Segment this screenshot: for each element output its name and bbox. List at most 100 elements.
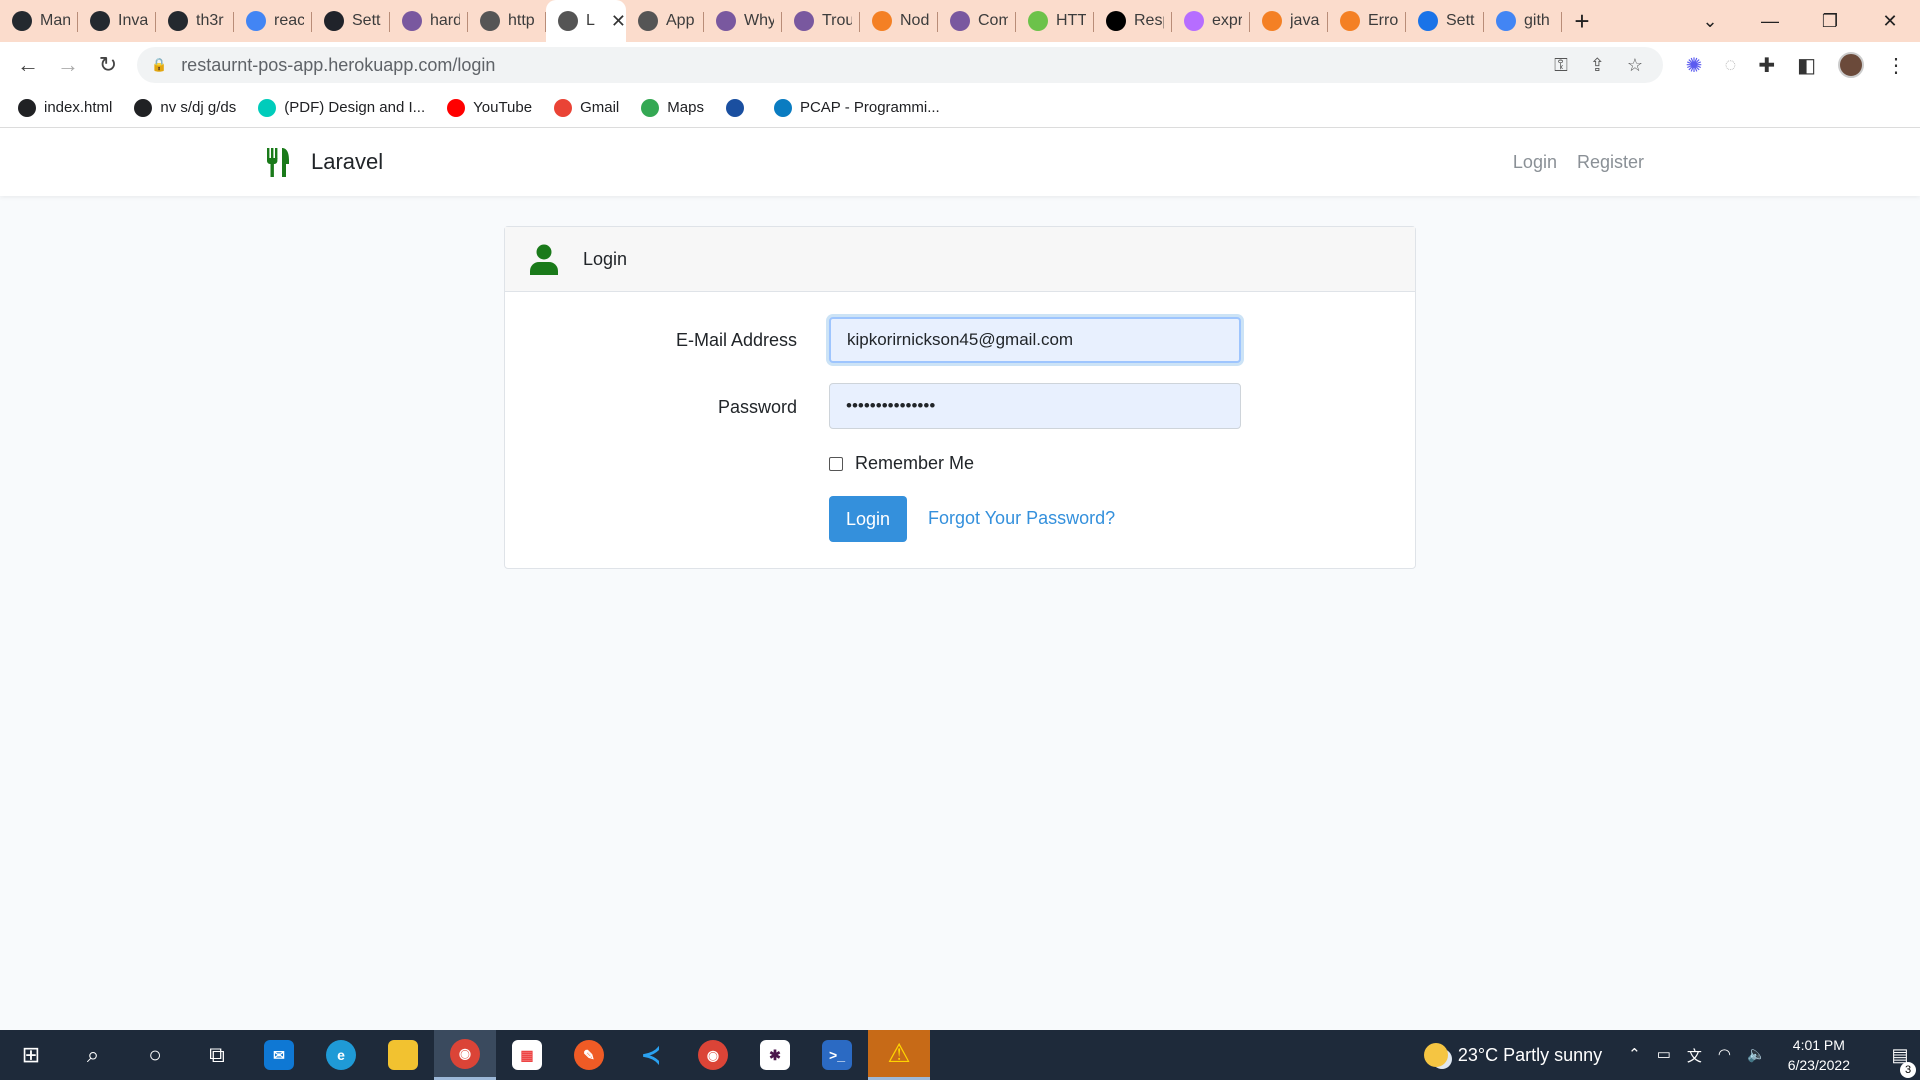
chrome-profile-app-icon[interactable]: ◉	[682, 1030, 744, 1080]
brand-link[interactable]: Laravel	[265, 146, 383, 178]
postman-app-icon[interactable]: ✎	[558, 1030, 620, 1080]
weather-widget[interactable]: 23°C Partly sunny	[1423, 1043, 1603, 1067]
tab-label: th3r	[196, 12, 224, 29]
url-text: restaurnt-pos-app.herokuapp.com/login	[181, 54, 496, 75]
slack-app-icon[interactable]: ✱	[744, 1030, 806, 1080]
vscode-app-icon[interactable]: ≺	[620, 1030, 682, 1080]
windows-start-icon[interactable]: ⊞	[0, 1030, 62, 1080]
sidepanel-icon[interactable]: ◧	[1797, 53, 1816, 78]
tab-label: hard	[430, 12, 460, 29]
bookmark-label: YouTube	[473, 99, 533, 116]
edge-app-icon[interactable]: e	[310, 1030, 372, 1080]
forward-button[interactable]: →	[48, 45, 88, 85]
browser-tab[interactable]: Man	[0, 0, 78, 42]
system-tray: 23°C Partly sunny ⌃ ▭ 文 ◠ 🔈 4:01 PM 6/23…	[1423, 1030, 1920, 1080]
browser-tab[interactable]: L ✕	[546, 0, 626, 42]
search-icon[interactable]: ⌕	[62, 1030, 124, 1080]
pcap-icon	[773, 98, 792, 117]
weather-text: 23°C Partly sunny	[1457, 1044, 1603, 1065]
bookmark-item[interactable]: nv s/dj g/ds	[134, 98, 237, 117]
chevron-up-icon[interactable]: ⌃	[1628, 1045, 1641, 1066]
close-tab-icon[interactable]: ✕	[611, 11, 626, 32]
minimize-button[interactable]: —	[1740, 0, 1800, 42]
close-window-button[interactable]: ✕	[1860, 0, 1920, 42]
extensions-puzzle-icon[interactable]: ✚	[1758, 53, 1775, 78]
user-icon	[530, 244, 558, 275]
browser-tab[interactable]: Erro	[1328, 0, 1406, 42]
browser-tab[interactable]: gith	[1484, 0, 1562, 42]
browser-tab[interactable]: HTT	[1016, 0, 1094, 42]
volume-icon[interactable]: 🔈	[1747, 1045, 1766, 1066]
remember-me[interactable]: Remember Me	[829, 453, 974, 474]
browser-tab[interactable]: reac	[234, 0, 312, 42]
notification-badge: 3	[1900, 1061, 1916, 1078]
meet-now-icon[interactable]: ▭	[1657, 1045, 1671, 1066]
gear-icon	[1418, 11, 1438, 31]
share-icon[interactable]: ⇪	[1590, 55, 1605, 76]
password-input[interactable]	[829, 383, 1241, 429]
card-title: Login	[583, 248, 628, 269]
profile-avatar[interactable]	[1838, 52, 1864, 78]
browser-tab[interactable]: http	[468, 0, 546, 42]
bookmark-item[interactable]: index.html	[18, 98, 112, 117]
tab-label: Man	[40, 12, 70, 29]
browser-tab[interactable]: Com	[938, 0, 1016, 42]
lock-icon: 🔒	[151, 57, 168, 72]
tab-label: HTT	[1056, 12, 1086, 29]
google-icon	[246, 11, 266, 31]
chrome-app-icon[interactable]: ◉	[434, 1030, 496, 1080]
restore-button[interactable]: ❐	[1800, 0, 1860, 42]
bookmark-item[interactable]: Gmail	[554, 98, 619, 117]
browser-tab[interactable]: java	[1250, 0, 1328, 42]
warning-app-icon[interactable]: ⚠	[868, 1030, 930, 1080]
extension-circle-icon[interactable]: ◌	[1724, 54, 1736, 77]
nav-register-link[interactable]: Register	[1577, 152, 1644, 173]
browser-tab[interactable]: Nod	[860, 0, 938, 42]
tab-search-icon[interactable]: ⌄	[1680, 0, 1740, 42]
browser-tab[interactable]: Inva	[78, 0, 156, 42]
task-view-icon[interactable]: ⧉	[186, 1030, 248, 1080]
star-icon[interactable]: ☆	[1627, 55, 1643, 76]
forgot-password-link[interactable]: Forgot Your Password?	[928, 508, 1115, 529]
browser-tab[interactable]: Trou	[782, 0, 860, 42]
bookmark-item[interactable]: Maps	[641, 98, 704, 117]
wifi-icon[interactable]: ◠	[1718, 1045, 1731, 1066]
remember-checkbox[interactable]	[829, 456, 843, 471]
tab-label: App	[666, 12, 695, 29]
back-button[interactable]: ←	[8, 45, 48, 85]
store-app-icon[interactable]: ▦	[496, 1030, 558, 1080]
browser-tab[interactable]: Why	[704, 0, 782, 42]
browser-tabstrip: Man Inva th3r reac Sett hard http L ✕ App Why Trou N…	[0, 0, 1920, 42]
bookmark-item[interactable]: (PDF) Design and I...	[258, 98, 425, 117]
bookmark-item[interactable]: PCAP - Programmi...	[773, 98, 940, 117]
menu-kebab-icon[interactable]: ⋮	[1886, 53, 1906, 78]
cortana-icon[interactable]: ○	[124, 1030, 186, 1080]
tab-label: java	[1290, 12, 1320, 29]
extension-snowflake-icon[interactable]: ✺	[1686, 53, 1703, 78]
browser-tab[interactable]: expr	[1172, 0, 1250, 42]
browser-tab[interactable]: App	[626, 0, 704, 42]
card-header: Login	[505, 227, 1415, 292]
browser-tab[interactable]: Sett	[1406, 0, 1484, 42]
login-button[interactable]: Login	[829, 496, 907, 542]
mail-app-icon[interactable]: ✉	[248, 1030, 310, 1080]
new-tab-button[interactable]: +	[1562, 0, 1602, 42]
key-icon[interactable]: ⚿	[1554, 55, 1568, 76]
powershell-app-icon[interactable]: >_	[806, 1030, 868, 1080]
bookmark-item[interactable]	[725, 98, 752, 117]
language-icon[interactable]: 文	[1687, 1045, 1702, 1066]
file-explorer-icon[interactable]	[372, 1030, 434, 1080]
nav-login-link[interactable]: Login	[1513, 152, 1557, 173]
browser-tab[interactable]: hard	[390, 0, 468, 42]
email-input[interactable]	[829, 317, 1241, 363]
bookmark-item[interactable]: YouTube	[447, 98, 533, 117]
bookmark-label: nv s/dj g/ds	[160, 99, 237, 116]
reload-button[interactable]: ↻	[88, 45, 128, 85]
browser-tab[interactable]: th3r	[156, 0, 234, 42]
notification-center-icon[interactable]: ▤ 3	[1880, 1045, 1920, 1078]
address-bar[interactable]: 🔒 restaurnt-pos-app.herokuapp.com/login …	[137, 47, 1663, 83]
clock[interactable]: 4:01 PM 6/23/2022	[1788, 1035, 1850, 1075]
browser-tab[interactable]: Resp	[1094, 0, 1172, 42]
browser-tab[interactable]: Sett	[312, 0, 390, 42]
browser-toolbar: ← → ↻ 🔒 restaurnt-pos-app.herokuapp.com/…	[0, 42, 1920, 88]
